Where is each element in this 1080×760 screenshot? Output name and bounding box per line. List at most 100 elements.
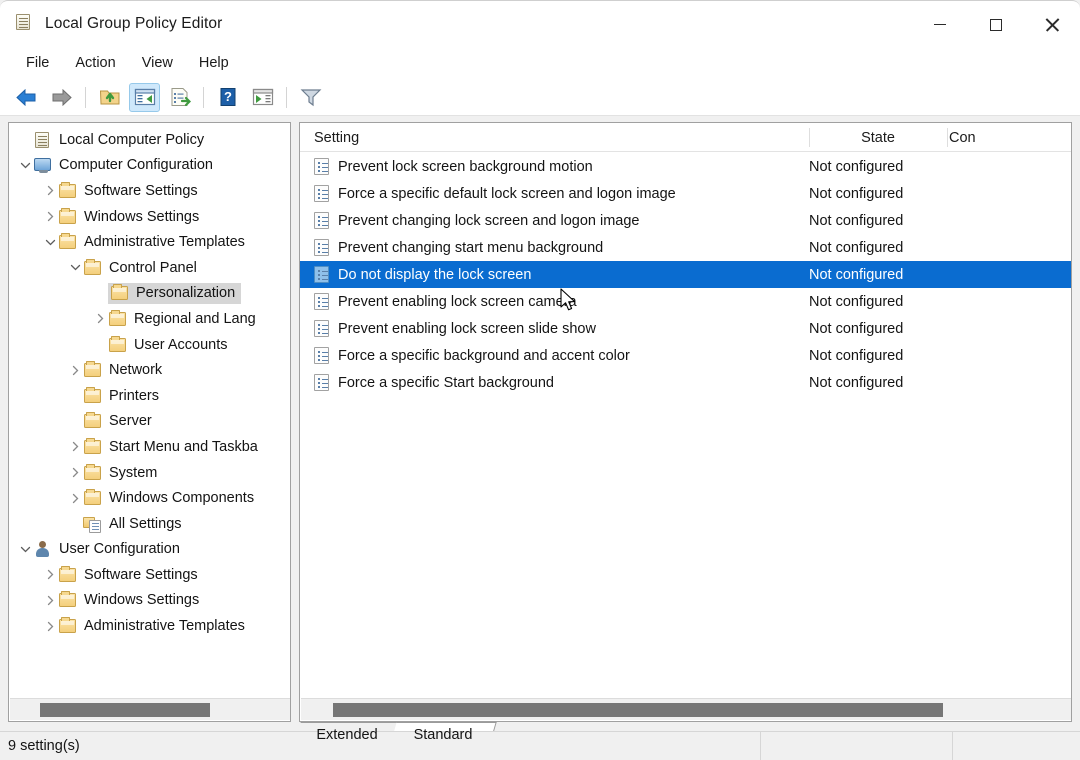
tree-item-user-configuration[interactable]: User Configuration xyxy=(9,537,290,563)
chevron-right-icon[interactable] xyxy=(42,618,58,634)
console-tree-panel[interactable]: Local Computer Policy Computer Configurat… xyxy=(8,122,291,722)
tree-item-administrative-templates[interactable]: Administrative Templates xyxy=(9,613,290,639)
tree-horizontal-scrollbar[interactable] xyxy=(10,698,290,720)
column-header-comment[interactable]: Con xyxy=(949,123,976,152)
chevron-right-icon[interactable] xyxy=(42,209,58,225)
tree-item-label: Windows Components xyxy=(109,490,255,507)
column-header-state[interactable]: State xyxy=(809,123,947,152)
chevron-down-icon[interactable] xyxy=(17,541,33,557)
table-row[interactable]: Prevent lock screen background motion Not… xyxy=(300,153,1071,180)
user-icon xyxy=(33,540,53,558)
tree-item-content: Windows Settings xyxy=(58,591,199,609)
tree-item-all-settings[interactable]: All Settings xyxy=(9,511,290,537)
tree-item-label: Administrative Templates xyxy=(84,234,245,251)
chevron-right-icon[interactable] xyxy=(67,490,83,506)
table-row[interactable]: Prevent changing lock screen and logon i… xyxy=(300,207,1071,234)
table-row[interactable]: Do not display the lock screen Not config… xyxy=(300,261,1071,288)
menu-item-action[interactable]: Action xyxy=(63,52,127,74)
table-row[interactable]: Force a specific background and accent c… xyxy=(300,342,1071,369)
maximize-button[interactable] xyxy=(968,1,1024,48)
toolbar-separator-3 xyxy=(286,86,287,108)
folder-icon xyxy=(83,463,103,482)
folder-icon xyxy=(83,489,103,507)
back-button[interactable] xyxy=(11,83,42,112)
settings-list-panel[interactable]: Setting State Con Prevent lock screen ba… xyxy=(299,122,1072,722)
list-scrollbar-thumb[interactable] xyxy=(333,703,943,717)
toolbar-separator-2 xyxy=(203,86,204,108)
chevron-down-icon[interactable] xyxy=(42,234,58,250)
console-tree[interactable]: Local Computer Policy Computer Configurat… xyxy=(9,127,290,697)
tree-item-server[interactable]: Server xyxy=(9,409,290,435)
chevron-right-icon[interactable] xyxy=(67,439,83,455)
column-divider-2[interactable] xyxy=(947,128,948,147)
folder-icon xyxy=(83,412,103,430)
export-list-button[interactable] xyxy=(164,83,195,112)
tree-item-printers[interactable]: Printers xyxy=(9,383,290,409)
status-divider-2 xyxy=(952,732,953,760)
forward-button[interactable] xyxy=(46,83,77,112)
chevron-right-icon[interactable] xyxy=(92,311,108,327)
minimize-button[interactable] xyxy=(912,1,968,48)
tree-item-control-panel[interactable]: Control Panel xyxy=(9,255,290,281)
tree-item-windows-settings[interactable]: Windows Settings xyxy=(9,204,290,230)
table-row[interactable]: Force a specific default lock screen and… xyxy=(300,180,1071,207)
menu-item-file[interactable]: File xyxy=(14,52,61,74)
tree-item-start-menu-and-taskba[interactable]: Start Menu and Taskba xyxy=(9,434,290,460)
chevron-right-icon[interactable] xyxy=(42,592,58,608)
list-column-headers: Setting State Con xyxy=(300,123,1071,152)
console-scroll-icon xyxy=(14,13,36,35)
close-button[interactable] xyxy=(1024,1,1080,48)
filter-button[interactable] xyxy=(295,83,326,112)
policy-setting-icon xyxy=(314,346,331,365)
tree-item-content: Windows Settings xyxy=(58,207,199,226)
table-row[interactable]: Prevent enabling lock screen slide show N… xyxy=(300,315,1071,342)
chevron-down-icon[interactable] xyxy=(17,157,33,173)
menu-item-view[interactable]: View xyxy=(130,52,185,74)
folder-icon xyxy=(83,437,103,456)
chevron-right-icon[interactable] xyxy=(42,567,58,583)
folder-icon xyxy=(58,591,78,609)
tree-item-regional-and-lang[interactable]: Regional and Lang xyxy=(9,306,290,332)
tree-item-windows-components[interactable]: Windows Components xyxy=(9,485,290,511)
tree-item-windows-settings[interactable]: Windows Settings xyxy=(9,588,290,614)
tree-item-system[interactable]: System xyxy=(9,460,290,486)
tree-item-computer-configuration[interactable]: Computer Configuration xyxy=(9,153,290,179)
tree-item-label: All Settings xyxy=(109,515,182,532)
tree-item-user-accounts[interactable]: User Accounts xyxy=(9,332,290,358)
help-button[interactable]: ? xyxy=(212,83,243,112)
folder-icon xyxy=(83,361,103,379)
chevron-right-icon[interactable] xyxy=(42,183,58,199)
tree-item-local-computer-policy[interactable]: Local Computer Policy xyxy=(9,127,290,153)
tree-item-content: Personalization xyxy=(108,282,242,304)
tree-item-label: User Configuration xyxy=(59,541,180,558)
table-row[interactable]: Prevent enabling lock screen camera Not c… xyxy=(300,288,1071,315)
tree-item-content: User Accounts xyxy=(108,335,228,354)
tree-item-label: Personalization xyxy=(136,284,236,301)
show-hide-console-tree-button[interactable] xyxy=(129,82,160,112)
table-row[interactable]: Force a specific Start background Not con… xyxy=(300,369,1071,396)
list-horizontal-scrollbar[interactable] xyxy=(301,698,1071,720)
show-hide-action-pane-button[interactable] xyxy=(247,83,278,112)
back-arrow-icon xyxy=(16,88,37,106)
filter-icon xyxy=(300,87,322,107)
chevron-right-icon[interactable] xyxy=(67,362,83,378)
tree-item-administrative-templates[interactable]: Administrative Templates xyxy=(9,229,290,255)
folder-icon xyxy=(58,233,78,251)
toolbar: ? xyxy=(0,79,1080,116)
tree-item-label: System xyxy=(109,464,158,481)
tree-item-personalization[interactable]: Personalization xyxy=(9,281,290,307)
chevron-right-icon[interactable] xyxy=(67,465,83,481)
table-row[interactable]: Prevent changing start menu background No… xyxy=(300,234,1071,261)
title-bar[interactable]: Local Group Policy Editor xyxy=(0,0,1080,47)
column-header-setting[interactable]: Setting xyxy=(314,123,359,152)
menu-item-help[interactable]: Help xyxy=(187,52,241,74)
chevron-down-icon[interactable] xyxy=(67,260,83,276)
tree-item-content: Control Panel xyxy=(83,258,197,277)
up-one-level-button[interactable] xyxy=(94,83,125,112)
tree-scrollbar-thumb[interactable] xyxy=(40,703,210,717)
settings-list[interactable]: Prevent lock screen background motion Not… xyxy=(300,153,1071,396)
tree-item-software-settings[interactable]: Software Settings xyxy=(9,178,290,204)
folder-icon xyxy=(108,309,128,328)
tree-item-software-settings[interactable]: Software Settings xyxy=(9,562,290,588)
tree-item-network[interactable]: Network xyxy=(9,357,290,383)
